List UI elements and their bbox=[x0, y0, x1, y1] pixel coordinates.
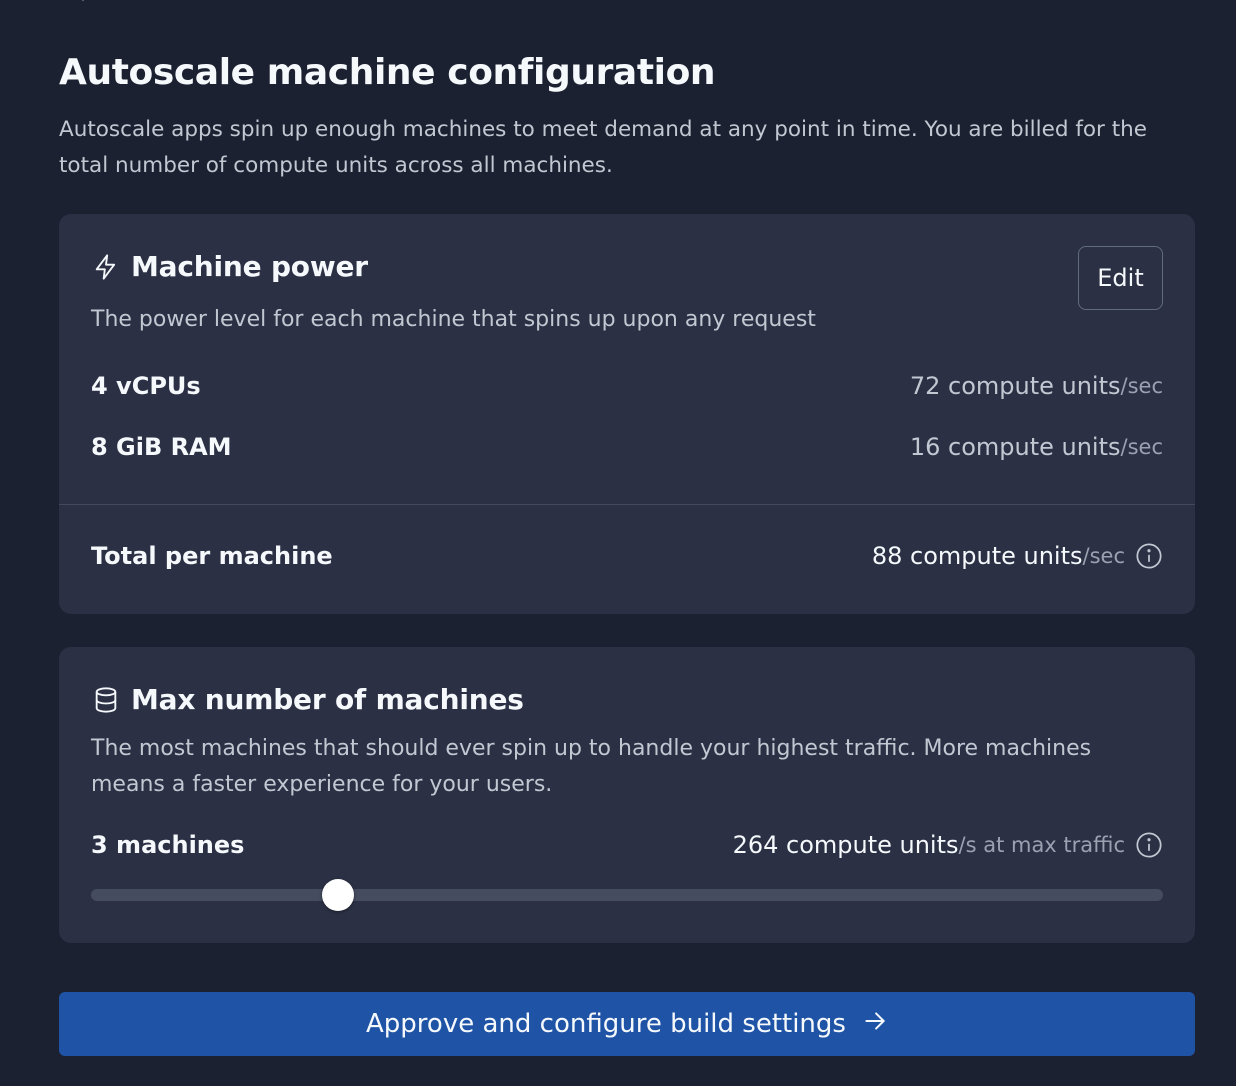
max-machines-card: Max number of machines The most machines… bbox=[59, 647, 1195, 943]
total-value: 88 compute units/sec bbox=[872, 542, 1163, 570]
max-machines-header: Max number of machines bbox=[91, 683, 524, 716]
approve-configure-button[interactable]: Approve and configure build settings bbox=[59, 992, 1195, 1056]
machine-power-description: The power level for each machine that sp… bbox=[91, 307, 816, 332]
machine-count-label: 3 machines bbox=[91, 831, 245, 859]
machine-power-card: Machine power Edit The power level for e… bbox=[59, 214, 1195, 614]
max-traffic-number: 264 compute units bbox=[732, 831, 959, 859]
machines-summary-row: 3 machines 264 compute units/s at max tr… bbox=[91, 831, 1163, 859]
machine-power-header: Machine power bbox=[91, 250, 368, 283]
approve-button-label: Approve and configure build settings bbox=[366, 1009, 846, 1039]
page-description: Autoscale apps spin up enough machines t… bbox=[59, 117, 1147, 178]
info-icon[interactable] bbox=[1135, 831, 1163, 859]
page-title: Autoscale machine configuration bbox=[59, 52, 716, 93]
arrow-right-icon bbox=[862, 1008, 888, 1041]
total-per-machine-row: Total per machine 88 compute units/sec bbox=[91, 542, 1163, 570]
max-traffic-unit: /s at max traffic bbox=[958, 833, 1125, 857]
max-machines-slider[interactable] bbox=[91, 879, 1163, 911]
spec-unit: /sec bbox=[1120, 435, 1163, 459]
total-label: Total per machine bbox=[91, 542, 333, 570]
database-icon bbox=[91, 685, 121, 715]
spec-value: 16 compute units/sec bbox=[910, 433, 1163, 461]
back-chevron-icon[interactable] bbox=[78, 0, 88, 2]
total-unit: /sec bbox=[1082, 544, 1125, 568]
autoscale-config-page: Autoscale machine configuration Autoscal… bbox=[0, 0, 1236, 1086]
spec-row-ram: 8 GiB RAM 16 compute units/sec bbox=[91, 433, 1163, 461]
edit-button[interactable]: Edit bbox=[1078, 246, 1163, 310]
max-traffic-value: 264 compute units/s at max traffic bbox=[733, 831, 1163, 859]
spec-unit: /sec bbox=[1120, 374, 1163, 398]
spec-value: 72 compute units/sec bbox=[910, 372, 1163, 400]
spec-value-number: 16 compute units bbox=[909, 433, 1121, 461]
total-value-number: 88 compute units bbox=[871, 542, 1083, 570]
machine-power-title: Machine power bbox=[131, 250, 368, 283]
divider bbox=[59, 504, 1195, 505]
slider-thumb[interactable] bbox=[321, 879, 354, 911]
info-icon[interactable] bbox=[1135, 542, 1163, 570]
max-machines-description: The most machines that should ever spin … bbox=[91, 736, 1092, 797]
spec-row-cpu: 4 vCPUs 72 compute units/sec bbox=[91, 372, 1163, 400]
lightning-icon bbox=[91, 252, 121, 282]
max-machines-title: Max number of machines bbox=[131, 683, 524, 716]
spec-name: 4 vCPUs bbox=[91, 372, 201, 400]
spec-name: 8 GiB RAM bbox=[91, 433, 232, 461]
spec-value-number: 72 compute units bbox=[909, 372, 1121, 400]
